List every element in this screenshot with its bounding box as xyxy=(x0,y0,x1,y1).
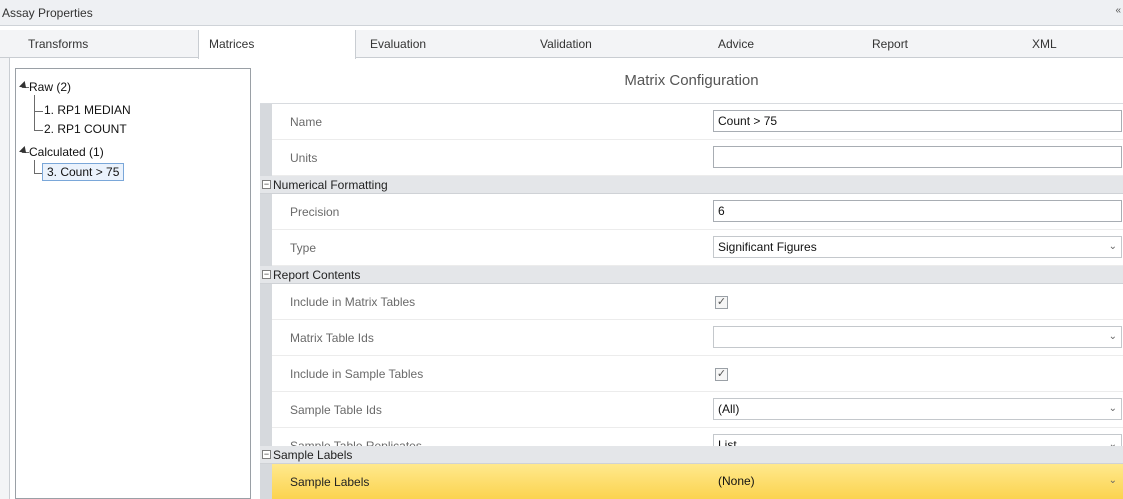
tree-connector xyxy=(34,95,35,131)
tree-node-count-75[interactable]: 3. Count > 75 xyxy=(42,163,125,181)
window-title-bar: Assay Properties « xyxy=(0,0,1123,26)
chevron-down-icon[interactable]: ⌄ xyxy=(1109,399,1117,419)
row-name: Name Count > 75 xyxy=(272,104,1123,140)
chevron-down-icon[interactable]: ⌄ xyxy=(1109,471,1117,491)
window-title: Assay Properties xyxy=(2,6,93,20)
row-sample-labels: Sample Labels (None) ⌄ xyxy=(272,464,1123,499)
matrix-table-ids-select[interactable]: ⌄ xyxy=(713,326,1122,348)
category-sample-labels[interactable]: − Sample Labels xyxy=(260,446,1123,464)
include-sample-tables-label: Include in Sample Tables xyxy=(290,367,424,381)
precision-label: Precision xyxy=(290,205,340,219)
precision-input[interactable]: 6 xyxy=(713,200,1122,222)
pin-icon[interactable]: « xyxy=(1115,5,1121,16)
units-input[interactable] xyxy=(713,146,1122,168)
tree-node-rp1-count[interactable]: 2. RP1 COUNT xyxy=(44,122,127,136)
tree-connector xyxy=(34,160,35,174)
row-matrix-table-ids: Matrix Table Ids ⌄ xyxy=(272,320,1123,356)
expand-arrow-icon[interactable] xyxy=(19,146,29,156)
tab-evaluation[interactable]: Evaluation xyxy=(356,30,536,58)
category-label: Sample Labels xyxy=(273,448,353,462)
type-label: Type xyxy=(290,241,317,255)
expand-arrow-icon[interactable] xyxy=(19,81,29,91)
name-input[interactable]: Count > 75 xyxy=(713,110,1122,132)
include-matrix-tables-label: Include in Matrix Tables xyxy=(290,295,416,309)
matrix-tree[interactable]: Raw (2) 1. RP1 MEDIAN 2. RP1 COUNT Calcu… xyxy=(15,68,251,499)
include-sample-tables-checkbox[interactable]: ✓ xyxy=(715,368,728,381)
tab-matrices[interactable]: Matrices xyxy=(198,30,356,59)
tree-node-calculated[interactable]: Calculated (1) xyxy=(29,145,104,159)
tab-advice[interactable]: Advice xyxy=(706,30,872,58)
collapse-icon[interactable]: − xyxy=(262,270,271,279)
tree-node-rp1-median[interactable]: 1. RP1 MEDIAN xyxy=(44,103,131,117)
category-report-contents[interactable]: − Report Contents xyxy=(260,266,1123,284)
tab-transforms[interactable]: Transforms xyxy=(8,30,198,58)
row-include-sample-tables: Include in Sample Tables ✓ xyxy=(272,356,1123,392)
sample-table-ids-select[interactable]: (All) ⌄ xyxy=(713,398,1122,420)
sample-labels-label: Sample Labels xyxy=(290,475,370,489)
row-sample-table-ids: Sample Table Ids (All) ⌄ xyxy=(272,392,1123,428)
sample-table-ids-label: Sample Table Ids xyxy=(290,403,382,417)
collapse-icon[interactable]: − xyxy=(262,450,271,459)
include-matrix-tables-checkbox[interactable]: ✓ xyxy=(715,296,728,309)
sample-table-ids-value: (All) xyxy=(718,402,740,416)
name-label: Name xyxy=(290,115,323,129)
chevron-down-icon[interactable]: ⌄ xyxy=(1109,237,1117,257)
row-include-matrix-tables: Include in Matrix Tables ✓ xyxy=(272,284,1123,320)
page-title: Matrix Configuration xyxy=(624,72,759,89)
tab-strip: Transforms Matrices Evaluation Validatio… xyxy=(0,30,1123,59)
category-label: Numerical Formatting xyxy=(273,178,388,192)
tab-validation[interactable]: Validation xyxy=(536,30,706,58)
sample-labels-value: (None) xyxy=(718,474,755,488)
grid-gutter xyxy=(260,104,272,499)
collapse-icon[interactable]: − xyxy=(262,180,271,189)
type-select[interactable]: Significant Figures ⌄ xyxy=(713,236,1122,258)
tree-connector xyxy=(34,130,43,131)
row-precision: Precision 6 xyxy=(272,194,1123,230)
sample-labels-select[interactable]: (None) ⌄ xyxy=(713,470,1122,492)
tree-node-raw[interactable]: Raw (2) xyxy=(29,80,71,94)
tab-report[interactable]: Report xyxy=(872,30,1032,58)
chevron-down-icon[interactable]: ⌄ xyxy=(1109,327,1117,347)
category-numerical-formatting[interactable]: − Numerical Formatting xyxy=(260,176,1123,194)
row-type: Type Significant Figures ⌄ xyxy=(272,230,1123,266)
units-label: Units xyxy=(290,151,318,165)
row-units: Units xyxy=(272,140,1123,176)
type-value: Significant Figures xyxy=(718,240,817,254)
left-edge-strip xyxy=(0,58,10,499)
matrix-table-ids-label: Matrix Table Ids xyxy=(290,331,374,345)
category-label: Report Contents xyxy=(273,268,361,282)
tree-connector xyxy=(34,111,43,112)
property-grid: Name Count > 75 Units − Numerical Format… xyxy=(260,103,1123,499)
tab-xml[interactable]: XML xyxy=(1032,30,1122,58)
